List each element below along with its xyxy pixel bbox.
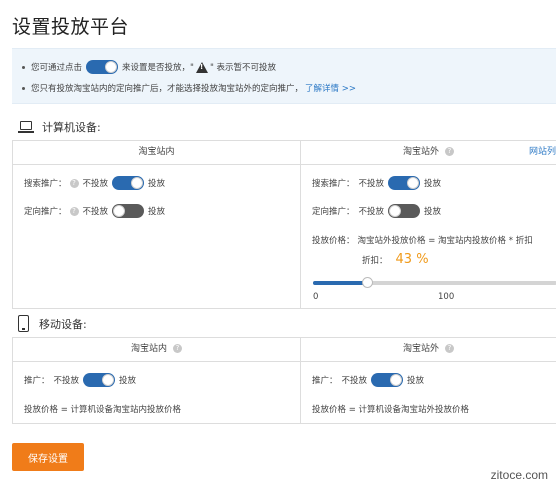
directed-label: 定向推广： xyxy=(24,207,67,217)
computer-inside-directed-toggle[interactable] xyxy=(112,204,145,218)
discount-slider[interactable] xyxy=(313,277,556,288)
page-title: 设置投放平台 xyxy=(12,16,130,38)
on-label: 投放 xyxy=(407,376,425,386)
promo-label: 推广： xyxy=(24,376,50,386)
off-label: 不投放 xyxy=(358,179,385,189)
help-icon[interactable]: ? xyxy=(444,147,454,156)
demo-toggle xyxy=(86,60,119,74)
computer-inside-head: 淘宝站内 xyxy=(13,141,300,165)
site-list-link[interactable]: 网站列 xyxy=(529,141,556,164)
computer-inside-panel: 淘宝站内 搜索推广： ? 不投放 投放 定向推广： ? 不投放 投放 xyxy=(12,140,301,309)
computer-outside-directed-toggle[interactable] xyxy=(388,204,421,218)
on-label: 投放 xyxy=(424,207,442,217)
computer-inside-directed-row: 定向推广： ? 不投放 投放 xyxy=(24,204,165,218)
slider-max-label: 100 xyxy=(438,292,455,302)
off-label: 不投放 xyxy=(82,179,109,189)
discount-row: 折扣： 43 % xyxy=(362,252,429,267)
mobile-section-header: 移动设备: xyxy=(18,315,87,332)
computer-outside-title: 淘宝站外 xyxy=(403,147,440,157)
computer-outside-search-row: 搜索推广： 不投放 投放 xyxy=(312,176,441,190)
computer-section-header: 计算机设备: xyxy=(18,119,101,135)
computer-inside-title: 淘宝站内 xyxy=(138,147,175,157)
tip-line1-suffix: " 表示暂不可投放 xyxy=(209,63,277,73)
computer-section-label: 计算机设备: xyxy=(42,121,101,134)
mobile-inside-title: 淘宝站内 xyxy=(131,344,168,354)
promo-label: 推广： xyxy=(312,376,338,386)
mobile-inside-panel: 淘宝站内 ? 推广： 不投放 投放 投放价格 = 计算机设备淘宝站内投放价格 xyxy=(12,337,301,424)
laptop-icon xyxy=(18,120,34,134)
help-icon[interactable]: ? xyxy=(69,178,79,188)
help-icon[interactable]: ? xyxy=(69,206,79,216)
discount-label: 折扣： xyxy=(362,255,388,266)
computer-outside-directed-row: 定向推广： 不投放 投放 xyxy=(312,204,441,218)
mobile-outside-toggle[interactable] xyxy=(371,373,404,387)
save-settings-button[interactable]: 保存设置 xyxy=(12,443,84,471)
mobile-inside-toggle[interactable] xyxy=(83,373,116,387)
on-label: 投放 xyxy=(148,207,166,217)
mobile-inside-price-row: 投放价格 = 计算机设备淘宝站内投放价格 xyxy=(24,405,182,415)
discount-slider-handle[interactable] xyxy=(362,277,373,288)
mobile-inside-head: 淘宝站内 ? xyxy=(13,338,300,362)
help-icon[interactable]: ? xyxy=(172,344,182,353)
learn-more-link[interactable]: 了解详情 >> xyxy=(305,82,356,94)
price-formula: 淘宝站外投放价格 = 淘宝站内投放价格 * 折扣 xyxy=(357,236,533,246)
off-label: 不投放 xyxy=(53,376,80,386)
mobile-outside-price-row: 投放价格 = 计算机设备淘宝站外投放价格 xyxy=(312,405,470,415)
directed-label: 定向推广： xyxy=(312,207,355,217)
off-label: 不投放 xyxy=(341,376,368,386)
discount-slider-fill xyxy=(313,281,367,285)
bullet-icon xyxy=(22,65,25,69)
tip-line2-text: 您只有投放淘宝站内的定向推广后，才能选择投放淘宝站外的定向推广， xyxy=(31,84,304,94)
help-icon[interactable]: ? xyxy=(444,344,454,353)
on-label: 投放 xyxy=(424,179,442,189)
tip-line1-prefix: 您可通过点击 xyxy=(31,63,83,73)
tip-line-2: 您只有投放淘宝站内的定向推广后，才能选择投放淘宝站外的定向推广， 了解详情 >> xyxy=(22,82,356,94)
phone-icon xyxy=(18,315,29,332)
bullet-icon xyxy=(22,86,25,90)
price-label: 投放价格： xyxy=(312,236,355,246)
computer-outside-panel: 淘宝站外 ? 网站列 搜索推广： 不投放 投放 定向推广： 不投放 投放 投放价… xyxy=(300,140,556,309)
mobile-section-label: 移动设备: xyxy=(39,317,87,331)
search-label: 搜索推广： xyxy=(24,179,67,189)
on-label: 投放 xyxy=(148,179,166,189)
on-label: 投放 xyxy=(119,376,137,386)
mobile-inside-promo-row: 推广： 不投放 投放 xyxy=(24,373,136,387)
computer-inside-search-row: 搜索推广： ? 不投放 投放 xyxy=(24,176,165,190)
mobile-outside-promo-row: 推广： 不投放 投放 xyxy=(312,373,424,387)
search-label: 搜索推广： xyxy=(312,179,355,189)
off-label: 不投放 xyxy=(358,207,385,217)
off-label: 不投放 xyxy=(82,207,109,217)
tip-line1-mid: 来设置是否投放，" xyxy=(122,63,194,73)
warning-icon xyxy=(195,61,208,73)
computer-outside-head: 淘宝站外 ? 网站列 xyxy=(301,141,556,165)
discount-value: 43 % xyxy=(395,252,429,267)
price-row: 投放价格： 淘宝站外投放价格 = 淘宝站内投放价格 * 折扣 xyxy=(312,234,533,246)
mobile-outside-panel: 淘宝站外 ? 推广： 不投放 投放 投放价格 = 计算机设备淘宝站外投放价格 xyxy=(300,337,556,424)
slider-min-label: 0 xyxy=(313,292,319,302)
tips-box: 您可通过点击 来设置是否投放，" " 表示暂不可投放 您只有投放淘宝站内的定向推… xyxy=(12,48,556,104)
watermark: zitoce.com xyxy=(490,468,548,482)
mobile-outside-title: 淘宝站外 xyxy=(403,344,440,354)
computer-outside-search-toggle[interactable] xyxy=(388,176,421,190)
mobile-outside-head: 淘宝站外 ? xyxy=(301,338,556,362)
tip-line-1: 您可通过点击 来设置是否投放，" " 表示暂不可投放 xyxy=(22,60,276,74)
computer-inside-search-toggle[interactable] xyxy=(112,176,145,190)
